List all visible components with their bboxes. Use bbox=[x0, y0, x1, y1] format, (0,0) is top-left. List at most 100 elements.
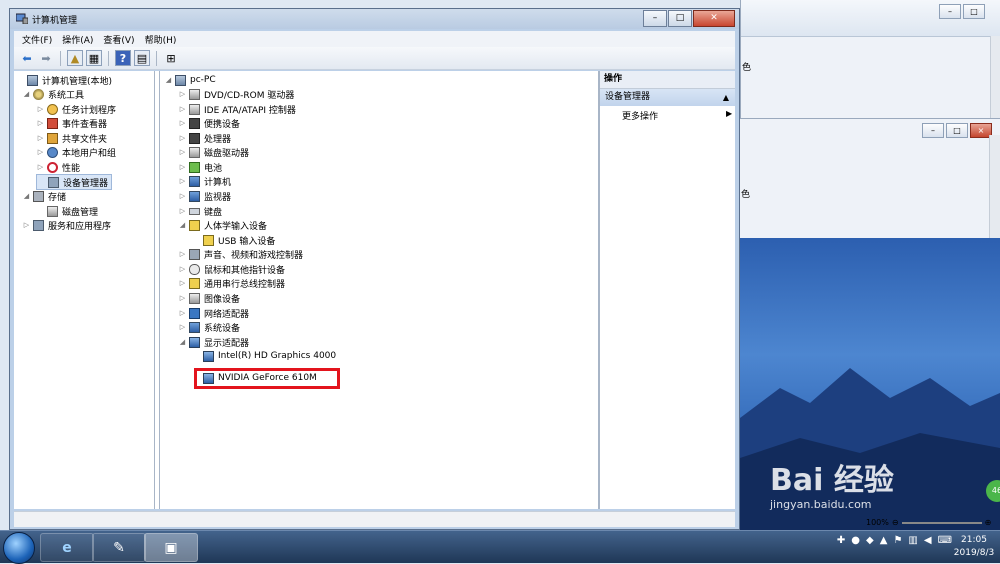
tray-volume-icon[interactable]: ◀ bbox=[924, 535, 932, 546]
device-scan-icon[interactable]: ⊞ bbox=[163, 50, 179, 66]
tree-item[interactable]: ◢ 系统工具 bbox=[22, 87, 84, 101]
tree-item-label: 共享文件夹 bbox=[62, 134, 108, 145]
device-category[interactable]: ▷ IDE ATA/ATAPI 控制器 bbox=[178, 102, 296, 116]
tree-item[interactable]: ▷ 服务和应用程序 bbox=[22, 218, 111, 232]
background-scrollbar-2[interactable] bbox=[989, 135, 1000, 239]
clock[interactable]: 21:05 2019/8/3 bbox=[952, 534, 996, 560]
device-category[interactable]: ▷ 系统设备 bbox=[178, 320, 240, 334]
device-category[interactable]: ▷ 图像设备 bbox=[178, 291, 240, 305]
device-category[interactable]: ▷ 处理器 bbox=[178, 131, 231, 145]
menu-help[interactable]: 帮助(H) bbox=[145, 33, 177, 46]
tree-item-label: 本地用户和组 bbox=[62, 148, 117, 159]
tree-item-label: 磁盘管理 bbox=[62, 207, 99, 218]
tree-item-selected[interactable]: 设备管理器 bbox=[36, 174, 113, 190]
tray-shield-icon[interactable]: ◆ bbox=[866, 535, 874, 546]
device-category[interactable]: ▷ 声音、视频和游戏控制器 bbox=[178, 247, 303, 261]
device-tree-root[interactable]: ◢ pc-PC bbox=[164, 73, 216, 87]
background-window-paint: – □ 色 bbox=[740, 0, 1000, 120]
tree-item-label: 设备管理器 bbox=[63, 178, 109, 189]
network-icon bbox=[189, 307, 200, 319]
paint-icon[interactable]: ✎ bbox=[92, 533, 146, 562]
help-icon[interactable]: ? bbox=[115, 50, 131, 66]
zoom-control: 100% ⊖ ⊕ bbox=[866, 518, 991, 527]
device-label: 网络适配器 bbox=[204, 309, 250, 320]
collapse-arrow-icon[interactable]: ▲ bbox=[723, 89, 729, 106]
tree-item[interactable]: ▷ 事件查看器 bbox=[36, 116, 107, 130]
device-tree: ◢ pc-PC ▷ DVD/CD-ROM 驱动器 ▷ IDE ATA/ATAPI… bbox=[159, 71, 599, 509]
start-button[interactable] bbox=[3, 532, 35, 564]
zoom-in-icon[interactable]: ⊕ bbox=[985, 518, 992, 527]
device-category[interactable]: ▷ 计算机 bbox=[178, 174, 231, 188]
device-category[interactable]: ▷ 监视器 bbox=[178, 189, 231, 203]
minimize-icon[interactable]: – bbox=[922, 123, 944, 138]
minimize-icon[interactable]: – bbox=[939, 4, 961, 19]
device-category[interactable]: ◢ 显示适配器 bbox=[178, 335, 249, 349]
menu-action[interactable]: 操作(A) bbox=[62, 33, 93, 46]
device-item[interactable]: USB 输入设备 bbox=[192, 233, 275, 247]
content-area: 计算机管理(本地) ◢ 系统工具 ▷ 任务计划程序 ▷ 事件查看器 ▷ 共享文件… bbox=[14, 71, 735, 509]
device-category[interactable]: ▷ 磁盘驱动器 bbox=[178, 145, 249, 159]
disk-icon bbox=[47, 205, 58, 217]
tray-flag-icon[interactable]: ⚑ bbox=[893, 535, 902, 546]
more-actions-link[interactable]: 更多操作 ▶ bbox=[622, 109, 732, 122]
ie-icon[interactable]: e bbox=[40, 533, 94, 562]
maximize-icon[interactable]: □ bbox=[946, 123, 968, 138]
tree-item[interactable]: ◢ 存储 bbox=[22, 189, 66, 203]
background-label: 色 bbox=[742, 63, 752, 73]
device-category[interactable]: ▷ 通用串行总线控制器 bbox=[178, 276, 285, 290]
maximize-button[interactable]: □ bbox=[668, 10, 692, 27]
tray-app-icon[interactable]: ✚ bbox=[837, 535, 845, 546]
tree-item[interactable]: 计算机管理(本地) bbox=[16, 73, 112, 87]
device-label: 监视器 bbox=[204, 192, 232, 203]
device-label: 处理器 bbox=[204, 134, 232, 145]
background-scrollbar[interactable] bbox=[990, 36, 1000, 120]
device-label: 便携设备 bbox=[204, 119, 241, 130]
processor-icon bbox=[189, 132, 200, 144]
keyboard-icon bbox=[189, 207, 200, 215]
tray-keyboard-icon[interactable]: ⌨ bbox=[938, 535, 952, 546]
device-category[interactable]: ▷ 鼠标和其他指针设备 bbox=[178, 262, 285, 276]
sound-icon bbox=[189, 248, 200, 260]
tree-item[interactable]: ▷ 共享文件夹 bbox=[36, 131, 107, 145]
tree-item[interactable]: 磁盘管理 bbox=[36, 204, 98, 218]
minimize-button[interactable]: – bbox=[643, 10, 667, 27]
computer-management-taskbar-icon[interactable]: ▣ bbox=[144, 533, 198, 562]
forward-arrow-icon[interactable]: ➡ bbox=[38, 50, 54, 66]
tree-item-label: 服务和应用程序 bbox=[48, 221, 112, 232]
actions-section-device-manager[interactable]: 设备管理器 ▲ bbox=[600, 89, 735, 106]
actions-pane: 操作 设备管理器 ▲ 更多操作 ▶ bbox=[599, 71, 735, 509]
tray-warning-icon[interactable]: ● bbox=[851, 535, 860, 546]
device-category[interactable]: ▷ 电池 bbox=[178, 160, 222, 174]
performance-icon bbox=[47, 161, 58, 173]
tree-item[interactable]: ▷ 性能 bbox=[36, 160, 80, 174]
device-category[interactable]: ▷ 网络适配器 bbox=[178, 306, 249, 320]
tree-item-label: 事件查看器 bbox=[62, 119, 108, 130]
zoom-out-icon[interactable]: ⊖ bbox=[892, 518, 899, 527]
device-category[interactable]: ▷ 便携设备 bbox=[178, 116, 240, 130]
device-item[interactable]: Intel(R) HD Graphics 4000 bbox=[192, 349, 336, 363]
show-hide-tree-icon[interactable]: ▦ bbox=[86, 50, 102, 66]
tray-network-icon[interactable]: ▥ bbox=[908, 535, 917, 546]
usb-input-icon bbox=[203, 234, 214, 246]
up-folder-icon[interactable]: ▲ bbox=[67, 50, 83, 66]
taskbar: e ✎ ▣ ✚ ● ◆ ▲ ⚑ ▥ ◀ ⌨ 21:05 2019/8/3 bbox=[0, 530, 1000, 564]
menu-view[interactable]: 查看(V) bbox=[103, 33, 134, 46]
menu-file[interactable]: 文件(F) bbox=[22, 33, 52, 46]
battery-icon bbox=[189, 161, 200, 173]
device-category[interactable]: ▷ 键盘 bbox=[178, 204, 222, 218]
zoom-slider[interactable] bbox=[901, 521, 982, 524]
drive-icon bbox=[189, 88, 200, 100]
device-category[interactable]: ◢ 人体学输入设备 bbox=[178, 218, 267, 232]
tray-arrow-icon[interactable]: ▲ bbox=[880, 535, 888, 546]
title-bar[interactable]: 计算机管理 – □ ✕ bbox=[10, 9, 739, 29]
device-category[interactable]: ▷ DVD/CD-ROM 驱动器 bbox=[178, 87, 294, 101]
tree-item[interactable]: ▷ 本地用户和组 bbox=[36, 145, 116, 159]
toolbar-separator bbox=[60, 50, 61, 66]
maximize-icon[interactable]: □ bbox=[963, 4, 985, 19]
back-arrow-icon[interactable]: ⬅ bbox=[19, 50, 35, 66]
properties-icon[interactable]: ▤ bbox=[134, 50, 150, 66]
system-device-icon bbox=[189, 321, 200, 333]
submenu-arrow-icon: ▶ bbox=[726, 109, 733, 118]
close-button[interactable]: ✕ bbox=[693, 10, 735, 27]
tree-item[interactable]: ▷ 任务计划程序 bbox=[36, 102, 116, 116]
